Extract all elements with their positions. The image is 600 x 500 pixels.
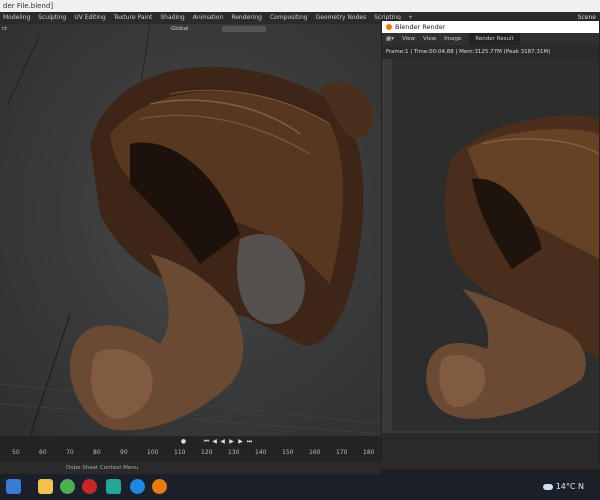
jump-start-icon[interactable]: ⏮ [203,438,210,445]
temperature: 14°C [555,482,576,491]
tab-compositing[interactable]: Compositing [266,12,312,24]
tab-animation[interactable]: Animation [189,12,228,24]
cloud-icon [542,483,553,490]
play-reverse-icon[interactable]: ◀ [219,438,226,445]
frame-ruler[interactable]: 50 60 70 80 90 100 110 120 130 140 150 1… [0,448,382,460]
tab-texture-paint[interactable]: Texture Paint [110,12,157,24]
render-window: Blender Render ▦▾ View View Image Render Res… [381,20,600,470]
opera-icon[interactable] [82,479,97,494]
editor-type-icon[interactable]: ▦▾ [382,33,398,45]
play-icon[interactable]: ▶ [228,438,235,445]
hair-model-render [0,24,382,436]
prev-keyframe-icon[interactable]: ◀ [211,438,218,445]
start-icon[interactable] [6,479,21,494]
render-window-title: Blender Render [395,23,446,31]
statusbar: Dope Sheet Context Menu [0,462,381,474]
taskbar-trailing: N [578,482,584,491]
frame-tick: 140 [255,449,267,456]
window-titlebar: der File.blend] [0,0,600,12]
file-explorer-icon[interactable] [38,479,53,494]
render-info: Frame:1 | Time:00:04.88 | Mem:3125.77M (… [382,45,599,59]
app-c-icon[interactable] [130,479,145,494]
frame-tick: 160 [309,449,321,456]
frame-tick: 170 [336,449,348,456]
status-context-menu: Dope Sheet Context Menu [66,465,139,471]
app-m-icon[interactable] [106,479,121,494]
tab-geometry-nodes[interactable]: Geometry Nodes [312,12,371,24]
weather-widget[interactable]: 14°C N [542,482,584,491]
frame-tick: 180 [363,449,375,456]
window-title: der File.blend] [3,2,54,10]
blender-logo-icon [386,24,392,30]
blender-taskbar-icon[interactable] [152,479,167,494]
tab-rendering[interactable]: Rendering [227,12,266,24]
next-keyframe-icon[interactable]: ▶ [237,438,244,445]
menu-image[interactable]: Image [440,33,465,45]
frame-tick: 70 [66,449,74,456]
frame-tick: 90 [120,449,128,456]
jump-end-icon[interactable]: ⏭ [246,438,253,445]
frame-tick: 80 [93,449,101,456]
tab-shading[interactable]: Shading [156,12,188,24]
frame-tick: 150 [282,449,294,456]
3d-viewport[interactable]: ct Global [0,24,382,436]
image-editor-header: ▦▾ View View Image Render Result [382,33,599,45]
windows-taskbar: 14°C N [0,474,600,500]
frame-tick: 50 [12,449,20,456]
render-hair-image [426,115,599,419]
render-result-canvas[interactable] [382,59,599,433]
menu-view-dropdown[interactable]: View [398,33,419,45]
render-image [392,59,599,431]
chrome-icon[interactable] [60,479,75,494]
render-window-footer [382,433,599,469]
record-icon[interactable]: ● [180,438,187,445]
frame-tick: 100 [147,449,159,456]
playback-controls: ● ⏮ ◀ ◀ ▶ ▶ ⏭ [0,436,382,447]
frame-tick: 110 [174,449,186,456]
tab-uv-editing[interactable]: UV Editing [70,12,109,24]
image-selector[interactable]: Render Result [469,33,520,45]
timeline-editor: ● ⏮ ◀ ◀ ▶ ▶ ⏭ 50 60 70 80 90 100 110 120… [0,436,382,462]
frame-tick: 60 [39,449,47,456]
tab-sculpting[interactable]: Sculpting [34,12,70,24]
render-window-titlebar[interactable]: Blender Render [382,21,599,33]
tab-modeling[interactable]: Modeling [0,12,34,24]
menu-view[interactable]: View [419,33,440,45]
frame-tick: 120 [201,449,213,456]
frame-tick: 130 [228,449,240,456]
